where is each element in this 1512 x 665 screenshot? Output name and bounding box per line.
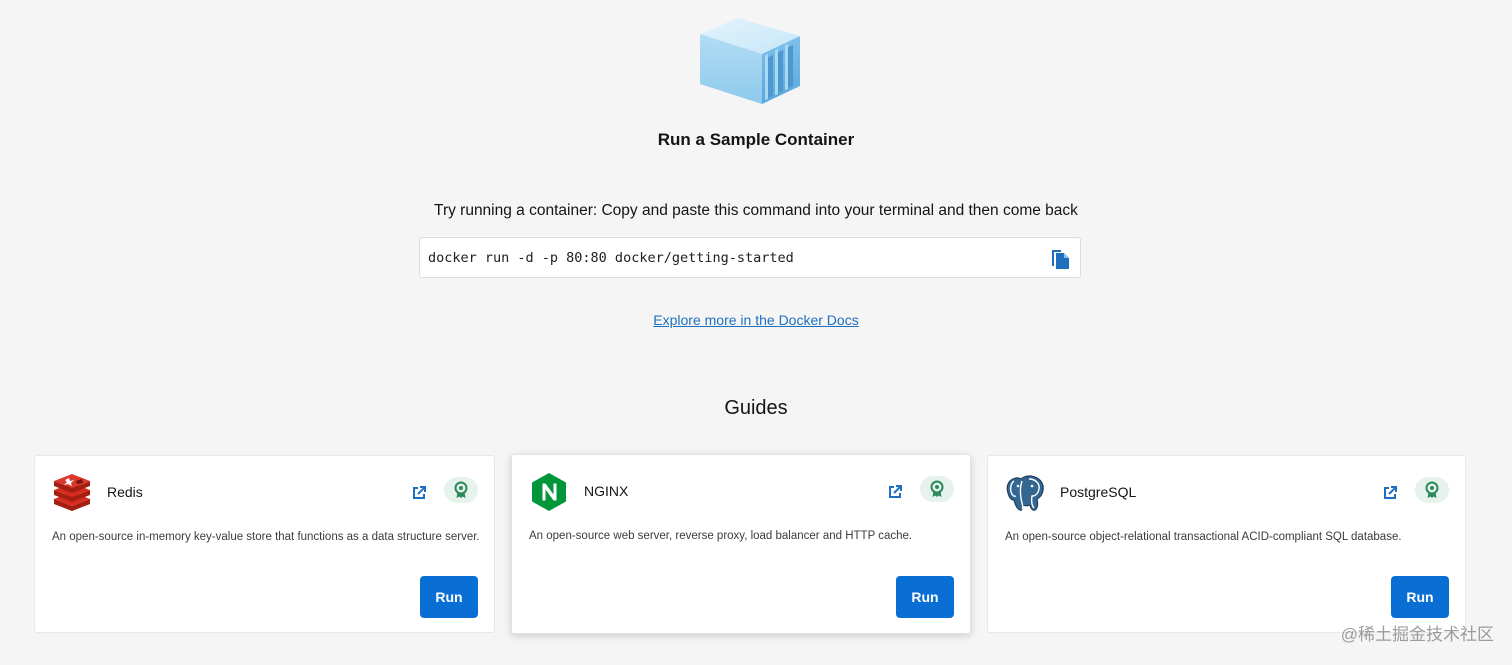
run-redis-button[interactable]: Run bbox=[420, 576, 478, 618]
docs-link-row: Explore more in the Docker Docs bbox=[0, 310, 1512, 331]
guide-title: NGINX bbox=[584, 483, 629, 499]
guide-description: An open-source in-memory key-value store… bbox=[52, 531, 480, 543]
guide-card-nginx: NGINX An open-source web server, reverse… bbox=[511, 454, 971, 634]
open-external-icon[interactable] bbox=[410, 484, 428, 502]
verified-badge-icon[interactable] bbox=[444, 477, 478, 503]
guide-title: Redis bbox=[107, 484, 143, 500]
container-box-icon bbox=[696, 14, 806, 110]
verified-badge-icon[interactable] bbox=[920, 476, 954, 502]
guide-description: An open-source object-relational transac… bbox=[1005, 531, 1402, 543]
page-title: Run a Sample Container bbox=[657, 130, 855, 149]
guide-card-postgresql: PostgreSQL An open-source object-relatio… bbox=[987, 455, 1466, 633]
command-text[interactable]: docker run -d -p 80:80 docker/getting-st… bbox=[428, 249, 794, 267]
nginx-logo-icon bbox=[529, 472, 569, 512]
instructions-text: Try running a container: Copy and paste … bbox=[434, 202, 1078, 219]
open-external-icon[interactable] bbox=[886, 483, 904, 501]
guide-description: An open-source web server, reverse proxy… bbox=[529, 530, 913, 542]
command-box: docker run -d -p 80:80 docker/getting-st… bbox=[419, 237, 1081, 278]
postgresql-logo-icon bbox=[1005, 473, 1045, 513]
open-external-icon[interactable] bbox=[1381, 484, 1399, 502]
guide-card-redis: Redis An open-source in-memory key-value… bbox=[34, 455, 495, 633]
run-postgresql-button[interactable]: Run bbox=[1391, 576, 1449, 618]
guide-title: PostgreSQL bbox=[1060, 484, 1137, 500]
guides-title: Guides bbox=[724, 397, 788, 419]
verified-badge-icon[interactable] bbox=[1415, 477, 1449, 503]
watermark: @稀土掘金技术社区 bbox=[1340, 625, 1494, 644]
copy-icon[interactable] bbox=[1049, 246, 1071, 270]
run-nginx-button[interactable]: Run bbox=[896, 576, 954, 618]
docs-link[interactable]: Explore more in the Docker Docs bbox=[653, 312, 858, 328]
redis-logo-icon bbox=[52, 473, 92, 513]
